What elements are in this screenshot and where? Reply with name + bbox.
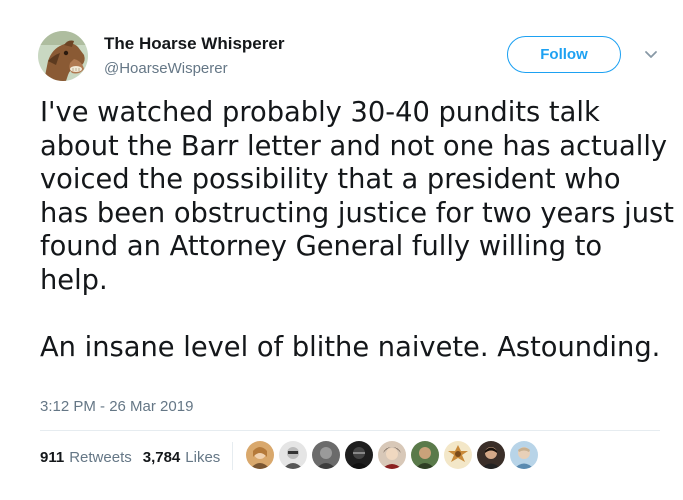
user-avatar-icon[interactable] bbox=[476, 440, 506, 470]
retweets-stat[interactable]: 911 Retweets bbox=[40, 449, 132, 466]
author-name[interactable]: The Hoarse Whisperer bbox=[104, 34, 284, 54]
tweet-paragraph: An insane level of blithe naivete. Astou… bbox=[40, 331, 661, 363]
liker-avatars bbox=[245, 440, 542, 470]
retweets-label: Retweets bbox=[69, 449, 132, 466]
likes-count: 3,784 bbox=[142, 449, 181, 466]
tweet-timestamp[interactable]: 3:12 PM - 26 Mar 2019 bbox=[40, 398, 193, 415]
likes-label: Likes bbox=[185, 449, 221, 466]
follow-button[interactable]: Follow bbox=[507, 36, 621, 73]
author-handle[interactable]: @HoarseWisperer bbox=[104, 60, 228, 77]
user-avatar-icon[interactable] bbox=[278, 440, 308, 470]
user-avatar-icon[interactable] bbox=[443, 440, 473, 470]
user-avatar-icon[interactable] bbox=[377, 440, 407, 470]
user-avatar-icon[interactable] bbox=[410, 440, 440, 470]
stats-divider bbox=[232, 442, 233, 470]
horse-avatar-icon[interactable] bbox=[38, 31, 88, 81]
user-avatar-icon[interactable] bbox=[509, 440, 539, 470]
tweet-card: The Hoarse Whisperer @HoarseWisperer Fol… bbox=[0, 0, 683, 500]
tweet-paragraph: I've watched probably 30-40 pundits talk… bbox=[40, 97, 674, 296]
user-avatar-icon[interactable] bbox=[311, 440, 341, 470]
tweet-text: I've watched probably 30-40 pundits talk… bbox=[40, 96, 675, 364]
retweets-count: 911 bbox=[40, 449, 65, 466]
likes-stat[interactable]: 3,784 Likes bbox=[143, 449, 221, 466]
chevron-down-icon[interactable] bbox=[643, 47, 659, 61]
user-avatar-icon[interactable] bbox=[344, 440, 374, 470]
divider bbox=[40, 430, 660, 431]
tweet-stats: 911 Retweets 3,784 Likes bbox=[40, 449, 231, 466]
user-avatar-icon[interactable] bbox=[245, 440, 275, 470]
